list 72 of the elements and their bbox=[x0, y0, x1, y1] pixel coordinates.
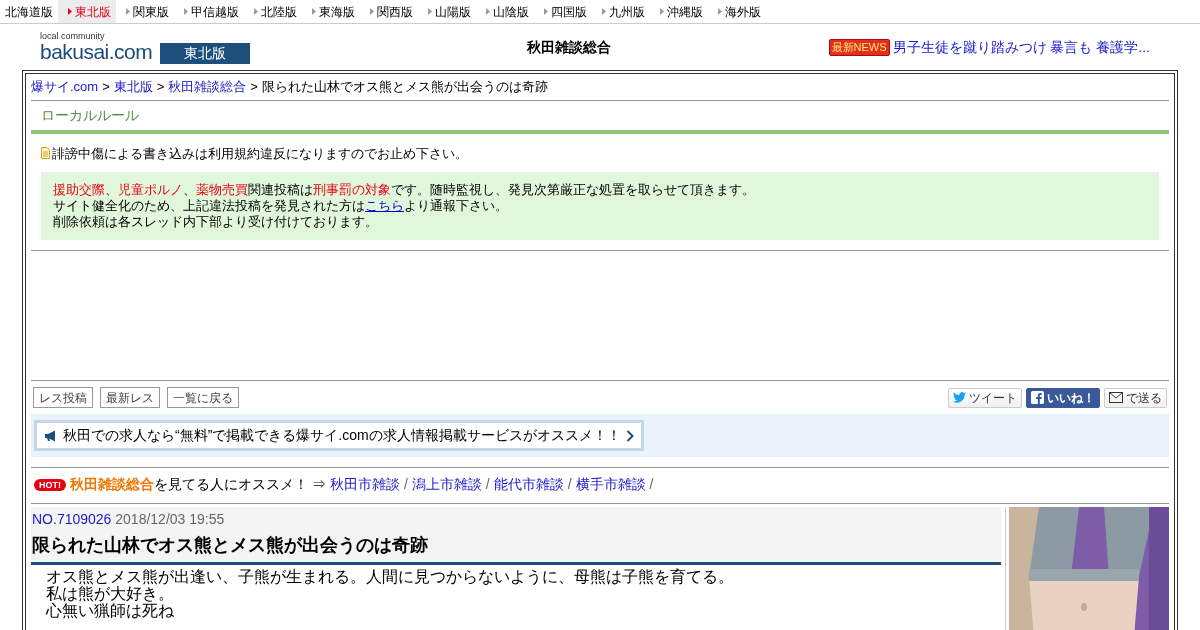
site-logo[interactable]: local community bakusai.com bbox=[40, 32, 153, 62]
post-text: オス熊とメス熊が出逢い、子熊が生まれる。人間に見つからないように、母熊は子熊を育てる。 bbox=[46, 568, 735, 585]
related-board-link[interactable]: 秋田市雑談 bbox=[329, 474, 400, 495]
breadcrumb-link[interactable]: 東北版 bbox=[113, 79, 153, 94]
region-tab[interactable]: 九州版 bbox=[592, 0, 650, 23]
notice-text: 援助交際、児童ポルノ、薬物売買関連投稿は刑事罰の対象です。随時監視し、発見次第厳正な処置を取らせて頂きます。 bbox=[53, 182, 756, 198]
region-tab[interactable]: 山陽版 bbox=[418, 0, 476, 23]
hot-badge: HOT! bbox=[34, 478, 66, 491]
arrow-icon bbox=[718, 8, 722, 15]
region-tab[interactable]: 北海道版 bbox=[0, 0, 58, 23]
action-button[interactable]: 最新レス bbox=[100, 387, 160, 408]
bird-icon bbox=[953, 392, 966, 403]
job-banner[interactable]: 秋田での求人なら“無料”で掲載できる爆サイ.comの求人情報掲載サービスがオススメ！！ bbox=[34, 420, 644, 451]
news-link[interactable]: 男子生徒を蹴り踏みつけ 暴言も 養護学... bbox=[892, 36, 1150, 58]
arrow-icon bbox=[428, 8, 432, 15]
megaphone-icon bbox=[44, 429, 58, 442]
arrow-icon bbox=[544, 8, 548, 15]
action-button[interactable]: 一覧に戻る bbox=[167, 387, 239, 408]
chevron-right-icon bbox=[625, 429, 634, 442]
section-heading: ローカルルール bbox=[41, 106, 139, 123]
region-tab[interactable]: 東海版 bbox=[302, 0, 360, 23]
related-board-link[interactable]: 潟上市雑談 bbox=[411, 474, 482, 495]
warning-text: 誹謗中傷による書き込みは利用規約違反になりますのでお止め下さい。 bbox=[52, 144, 468, 163]
envelope-icon bbox=[1109, 392, 1123, 403]
post-number: NO.7109026 bbox=[32, 511, 112, 527]
arrow-icon bbox=[486, 8, 490, 15]
arrow-icon bbox=[370, 8, 374, 15]
share-button[interactable]: いいね！ bbox=[1026, 387, 1100, 408]
thread-title: 限られた山林でオス熊とメス熊が出会うのは奇跡 bbox=[32, 534, 429, 557]
breadcrumb-separator: > bbox=[156, 79, 165, 94]
breadcrumb-link[interactable]: 秋田雑談総合 bbox=[168, 79, 247, 94]
region-tab[interactable]: 関西版 bbox=[360, 0, 418, 23]
post-date: 2018/12/03 19:55 bbox=[115, 511, 225, 527]
region-tab[interactable]: 沖縄版 bbox=[650, 0, 708, 23]
arrow-icon bbox=[254, 8, 258, 15]
region-tab[interactable]: 海外版 bbox=[708, 0, 766, 23]
region-tab[interactable]: 四国版 bbox=[534, 0, 592, 23]
edition-label: 東北版 bbox=[160, 42, 251, 64]
breadcrumb-separator: > bbox=[250, 79, 258, 94]
region-tab[interactable]: 関東版 bbox=[116, 0, 174, 23]
board-title: 秋田雑談総合 bbox=[527, 37, 612, 57]
region-tab[interactable]: 北陸版 bbox=[244, 0, 302, 23]
region-tab[interactable]: 甲信越版 bbox=[174, 0, 244, 23]
notice-text: 削除依頼は各スレッド内下部より受け付けております。 bbox=[53, 214, 379, 230]
breadcrumb-current: 限られた山林でオス熊とメス熊が出会うのは奇跡 bbox=[261, 79, 548, 94]
arrow-icon bbox=[312, 8, 316, 15]
link-separator: / bbox=[649, 475, 654, 494]
arrow-icon bbox=[126, 8, 130, 15]
region-tab[interactable]: 山陰版 bbox=[476, 0, 534, 23]
arrow-icon bbox=[68, 8, 72, 15]
notice-text: サイト健全化のため、上記違法投稿を発見された方はこちら より通報下さい。 bbox=[53, 198, 509, 214]
region-tab[interactable]: 東北版 bbox=[58, 0, 116, 23]
share-button[interactable]: で送る bbox=[1104, 387, 1167, 408]
post-text: 心無い猟師は死ね bbox=[46, 602, 175, 619]
arrow-icon bbox=[660, 8, 664, 15]
recommend-text: を見てる人にオススメ！ ⇒ bbox=[154, 475, 326, 494]
arrow-icon bbox=[602, 8, 606, 15]
post-text: 私は熊が大好き。 bbox=[46, 585, 175, 602]
news-badge: 最新NEWS bbox=[828, 38, 890, 56]
report-link[interactable]: こちら bbox=[365, 198, 404, 213]
f-logo-icon bbox=[1031, 391, 1044, 404]
breadcrumb-separator: > bbox=[102, 79, 110, 94]
link-separator: / bbox=[485, 475, 490, 494]
arrow-icon bbox=[184, 8, 188, 15]
related-board-link[interactable]: 能代市雑談 bbox=[493, 474, 564, 495]
share-button[interactable]: ツイート bbox=[948, 387, 1022, 408]
document-icon bbox=[41, 147, 50, 160]
action-button[interactable]: レス投稿 bbox=[33, 387, 93, 408]
breadcrumb-link[interactable]: 爆サイ.com bbox=[31, 79, 99, 94]
related-board-link[interactable]: 横手市雑談 bbox=[575, 474, 646, 495]
link-separator: / bbox=[567, 475, 572, 494]
link-separator: / bbox=[403, 475, 408, 494]
